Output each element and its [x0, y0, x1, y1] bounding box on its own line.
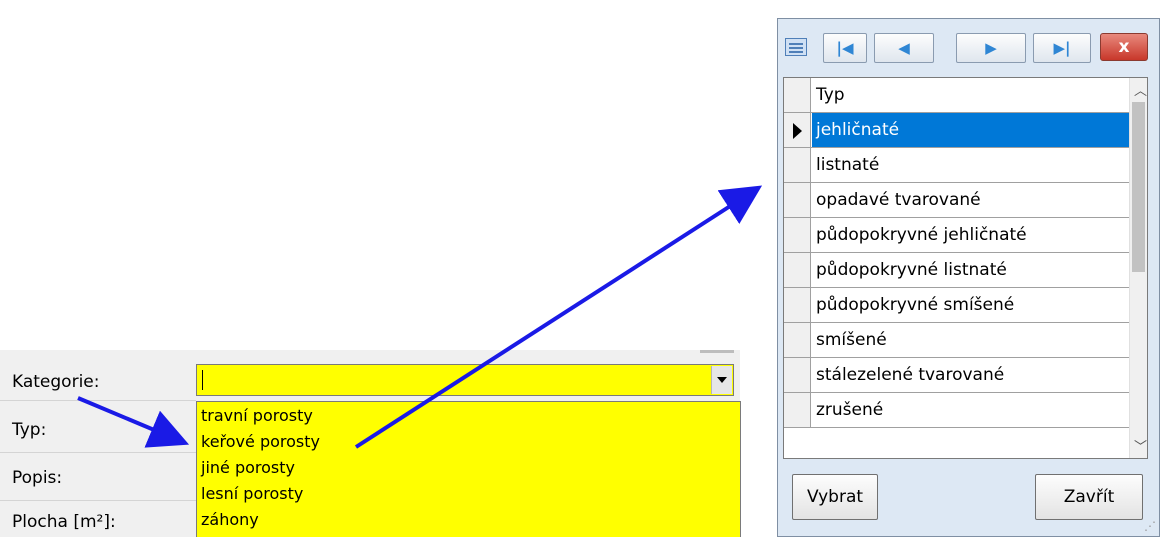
- row-selector[interactable]: [784, 288, 811, 322]
- row-selector[interactable]: [784, 148, 811, 182]
- typ-label: Typ:: [12, 420, 47, 440]
- row-cell[interactable]: opadavé tvarované: [816, 183, 981, 217]
- select-button[interactable]: Vybrat: [792, 474, 878, 520]
- table-icon: [785, 38, 807, 56]
- first-record-icon: |◀: [836, 39, 854, 57]
- scroll-thumb[interactable]: [1132, 102, 1145, 272]
- scroll-down-icon[interactable]: ﹀: [1134, 436, 1147, 455]
- row-cell[interactable]: smíšené: [816, 323, 887, 357]
- previous-record-button[interactable]: ◀: [874, 33, 934, 63]
- close-dialog-button[interactable]: Zavřít: [1035, 474, 1143, 520]
- close-button[interactable]: x: [1100, 33, 1148, 61]
- kategorie-combobox[interactable]: [196, 364, 734, 396]
- row-selector[interactable]: [784, 393, 811, 427]
- row-cell[interactable]: zrušené: [816, 393, 883, 427]
- type-lookup-dialog: |◀ ◀ ▶ ▶| x Typ jehličnaté listnaté opad…: [777, 18, 1160, 537]
- row-selector[interactable]: [784, 113, 811, 147]
- row-selector-header: [784, 78, 811, 112]
- dropdown-option[interactable]: záhony: [201, 507, 259, 533]
- grid-header-row: Typ: [784, 78, 1131, 113]
- row-selector[interactable]: [784, 183, 811, 217]
- table-row[interactable]: půdopokryvné smíšené: [784, 288, 1131, 323]
- table-row[interactable]: půdopokryvné listnaté: [784, 253, 1131, 288]
- row-selector[interactable]: [784, 358, 811, 392]
- dropdown-button[interactable]: [711, 366, 732, 394]
- table-row[interactable]: jehličnaté: [784, 113, 1135, 148]
- form-divider: [0, 500, 196, 501]
- table-row[interactable]: opadavé tvarované: [784, 183, 1131, 218]
- table-row[interactable]: smíšené: [784, 323, 1131, 358]
- dropdown-option[interactable]: lesní porosty: [201, 481, 303, 507]
- previous-record-icon: ◀: [898, 39, 910, 57]
- dropdown-option[interactable]: travní porosty: [201, 403, 313, 429]
- form-divider: [0, 452, 196, 453]
- close-icon: x: [1118, 37, 1130, 57]
- table-row[interactable]: půdopokryvné jehličnaté: [784, 218, 1131, 253]
- chevron-down-icon: [717, 377, 727, 383]
- combo-edge: [700, 350, 734, 353]
- type-grid: Typ jehličnaté listnaté opadavé tvarovan…: [783, 77, 1148, 459]
- row-cell[interactable]: půdopokryvné listnaté: [816, 253, 1007, 287]
- table-row[interactable]: stálezelené tvarované: [784, 358, 1131, 393]
- row-selector[interactable]: [784, 253, 811, 287]
- popis-label: Popis:: [12, 468, 63, 488]
- plocha-label: Plocha [m²]:: [12, 512, 116, 532]
- row-selector[interactable]: [784, 218, 811, 252]
- next-record-button[interactable]: ▶: [956, 33, 1026, 63]
- row-cell[interactable]: stálezelené tvarované: [816, 358, 1004, 392]
- resize-grip-icon[interactable]: ⋰: [1144, 519, 1156, 533]
- text-caret: [202, 370, 203, 390]
- kategorie-label: Kategorie:: [12, 372, 100, 392]
- kategorie-dropdown-list: travní porosty keřové porosty jiné poros…: [196, 401, 741, 537]
- dropdown-option[interactable]: jiné porosty: [201, 455, 295, 481]
- column-header-typ[interactable]: Typ: [816, 78, 845, 112]
- row-cell[interactable]: listnaté: [816, 148, 879, 182]
- current-row-pointer-icon: [793, 123, 802, 139]
- last-record-button[interactable]: ▶|: [1033, 33, 1091, 63]
- vertical-scrollbar[interactable]: ︿ ﹀: [1129, 78, 1147, 458]
- first-record-button[interactable]: |◀: [823, 33, 867, 63]
- dropdown-option[interactable]: keřové porosty: [201, 429, 320, 455]
- scroll-up-icon[interactable]: ︿: [1134, 80, 1147, 99]
- row-cell[interactable]: půdopokryvné jehličnaté: [816, 218, 1027, 252]
- next-record-icon: ▶: [985, 39, 997, 57]
- row-selector[interactable]: [784, 323, 811, 357]
- row-cell[interactable]: jehličnaté: [812, 113, 1135, 147]
- form-divider: [0, 400, 196, 401]
- table-row[interactable]: zrušené: [784, 393, 1131, 428]
- row-cell[interactable]: půdopokryvné smíšené: [816, 288, 1014, 322]
- last-record-icon: ▶|: [1053, 39, 1071, 57]
- table-row[interactable]: listnaté: [784, 148, 1131, 183]
